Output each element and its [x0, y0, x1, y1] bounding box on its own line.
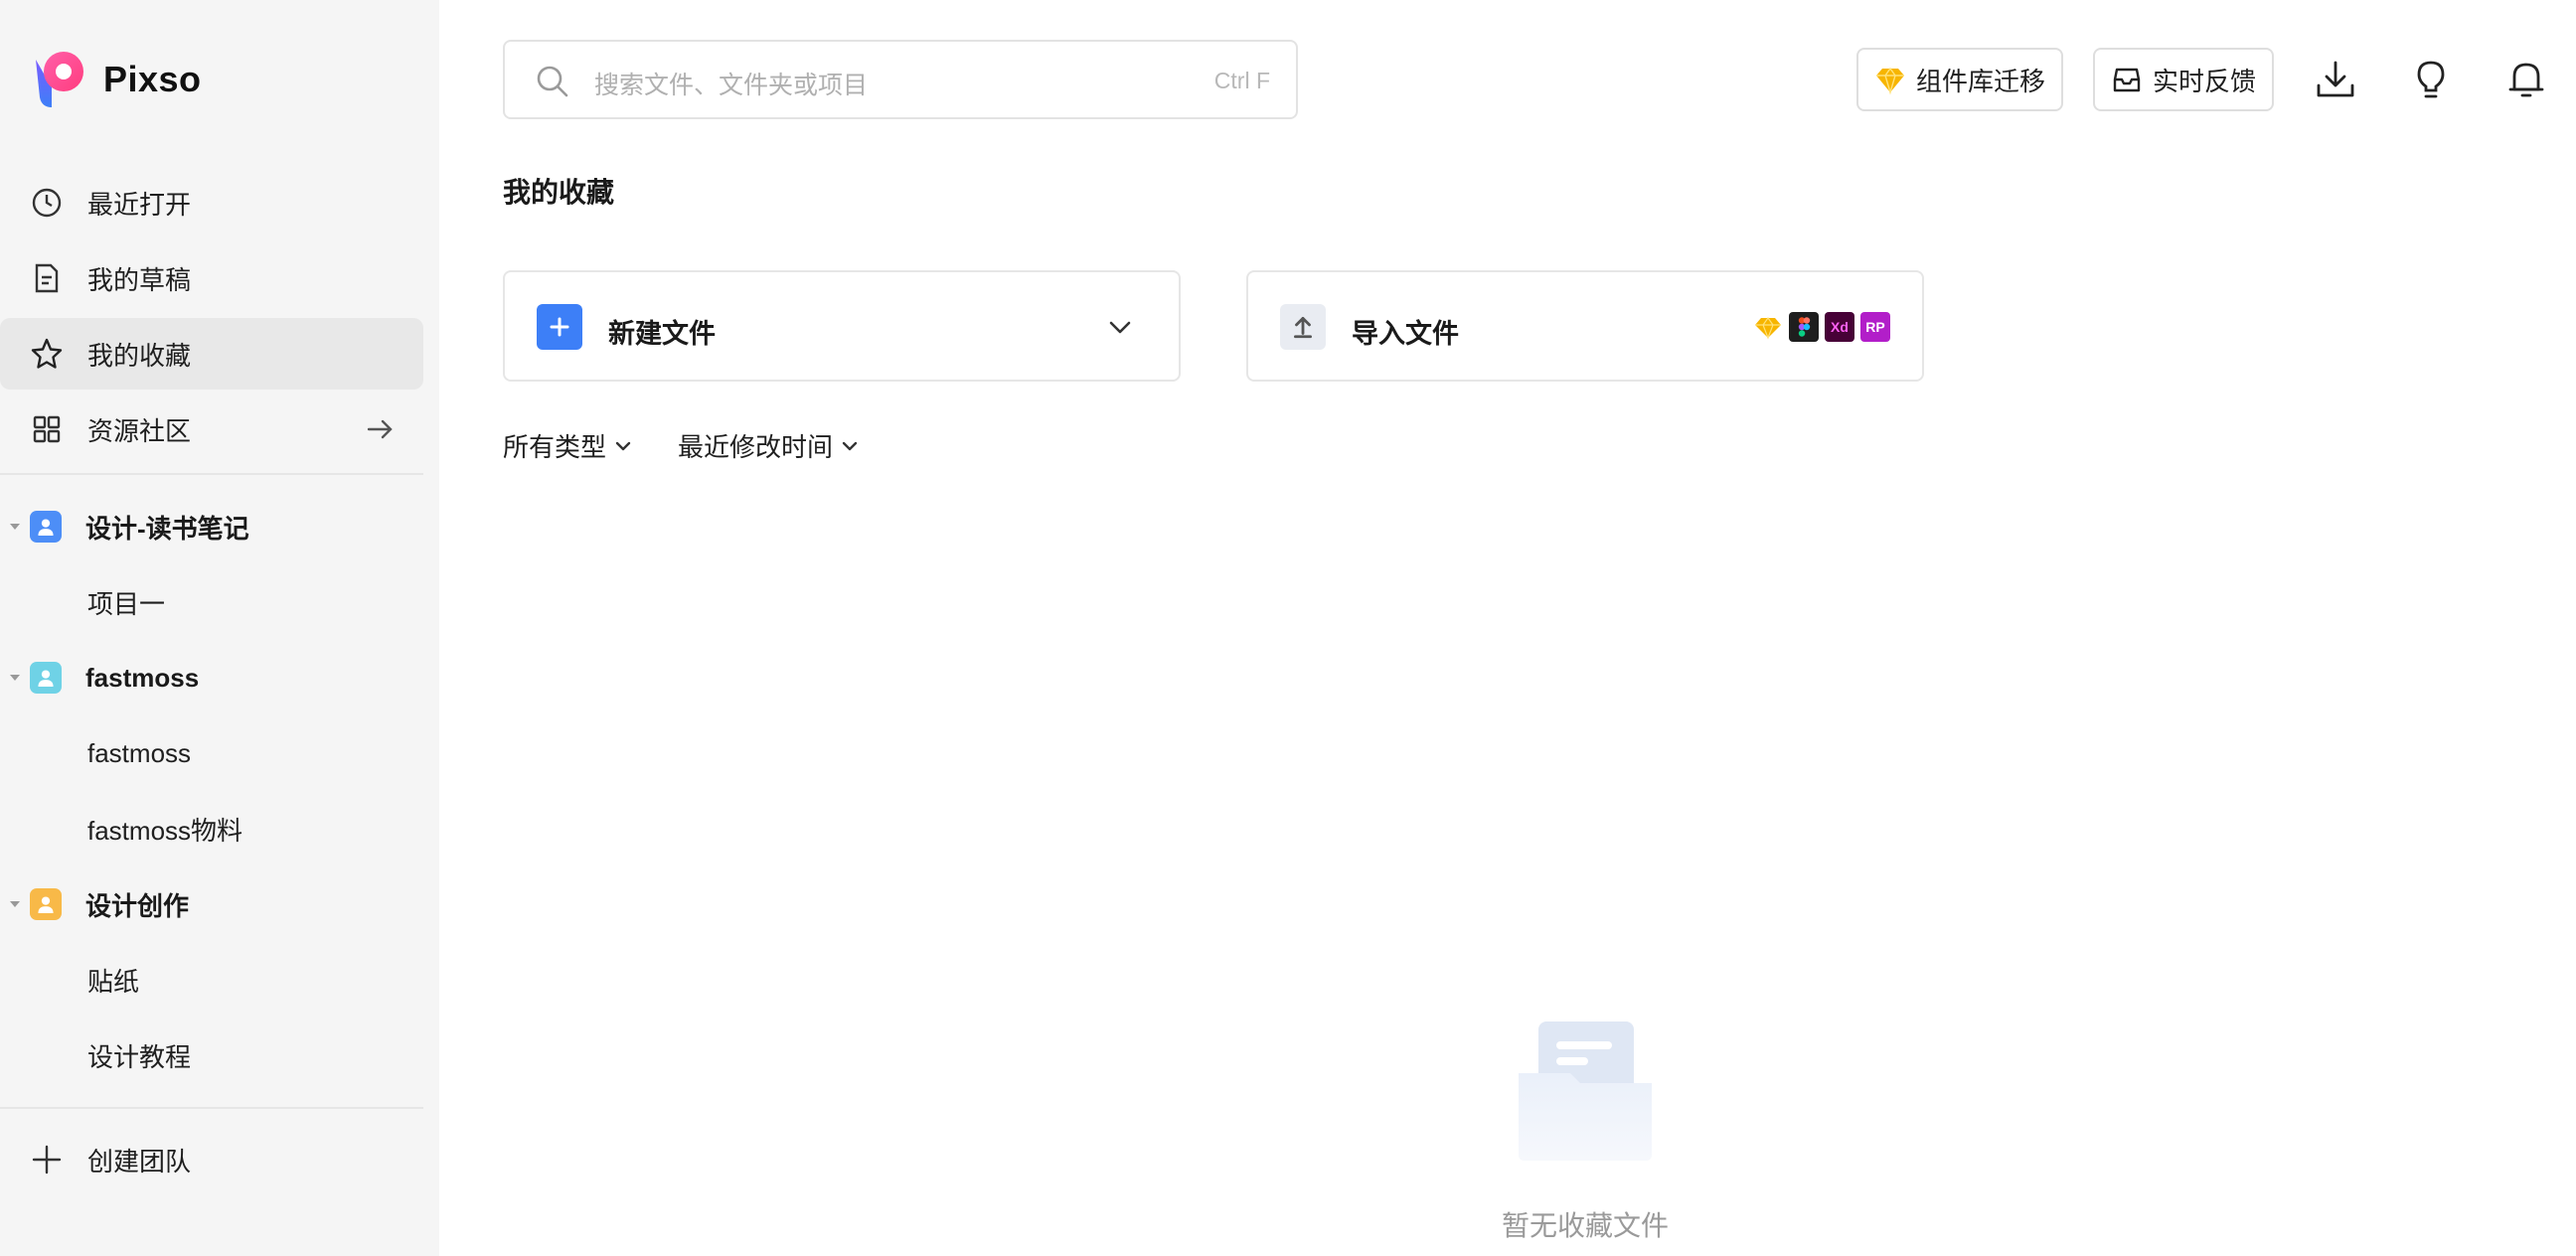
- search-icon: [537, 66, 568, 97]
- caret-down-icon[interactable]: [8, 520, 22, 534]
- grid-icon: [33, 415, 61, 443]
- pixso-logo[interactable]: Pixso: [30, 50, 202, 109]
- sidebar-divider: [0, 473, 423, 475]
- document-icon: [35, 263, 59, 293]
- project-item[interactable]: 贴纸: [87, 950, 139, 1010]
- plus-icon: [32, 1145, 62, 1175]
- sidebar-team-3[interactable]: 设计创作: [0, 874, 423, 934]
- new-file-card[interactable]: 新建文件: [503, 270, 1181, 382]
- axure-rp-icon: RP: [1860, 312, 1890, 342]
- team-name: fastmoss: [85, 662, 200, 693]
- user-icon: [38, 670, 54, 687]
- empty-state-text: 暂无收藏文件: [1501, 1210, 1669, 1241]
- sort-dropdown[interactable]: 最近修改时间: [678, 427, 859, 464]
- import-formats: Xd RP: [1753, 312, 1890, 342]
- team-name: 设计-读书笔记: [85, 513, 249, 544]
- sidebar-team-2[interactable]: fastmoss: [0, 648, 423, 707]
- sidebar: Pixso 最近打开 我的草稿 我的收藏 资源社区 设计-读书笔记 项目一 fa…: [0, 0, 439, 1256]
- pixso-logo-icon: [36, 52, 83, 107]
- feedback-button[interactable]: 实时反馈: [2093, 48, 2275, 111]
- sidebar-item-label: 我的收藏: [87, 340, 192, 371]
- sidebar-item-recent[interactable]: 最近打开: [0, 167, 423, 238]
- project-item[interactable]: 项目一: [87, 572, 165, 632]
- inbox-icon: [2113, 68, 2141, 92]
- project-item[interactable]: fastmoss: [87, 723, 191, 783]
- sidebar-divider: [0, 1107, 423, 1109]
- new-file-label: 新建文件: [608, 319, 716, 349]
- user-icon: [38, 896, 54, 913]
- search-placeholder: 搜索文件、文件夹或项目: [594, 72, 869, 99]
- search-input[interactable]: 搜索文件、文件夹或项目 Ctrl F: [503, 40, 1298, 119]
- clock-icon: [32, 188, 62, 218]
- sidebar-item-drafts[interactable]: 我的草稿: [0, 242, 423, 314]
- new-file-icon: [537, 304, 582, 350]
- arrow-right-icon[interactable]: [364, 413, 396, 445]
- lightbulb-icon[interactable]: [2409, 58, 2453, 101]
- page-title: 我的收藏: [503, 177, 615, 208]
- team-avatar: [30, 888, 62, 920]
- team-avatar: [30, 662, 62, 694]
- project-item[interactable]: 设计教程: [87, 1025, 191, 1085]
- upload-icon: [1280, 304, 1326, 350]
- diamond-icon: [1876, 67, 1904, 95]
- filter-type-label: 所有类型: [503, 432, 607, 462]
- search-shortcut: Ctrl F: [1213, 68, 1270, 93]
- project-item[interactable]: fastmoss物料: [87, 799, 242, 859]
- sidebar-team-1[interactable]: 设计-读书笔记: [0, 497, 423, 556]
- import-file-label: 导入文件: [1352, 319, 1459, 349]
- component-migrate-button[interactable]: 组件库迁移: [1856, 48, 2064, 111]
- xd-icon: Xd: [1825, 312, 1854, 342]
- bell-icon[interactable]: [2504, 58, 2548, 101]
- sketch-icon: [1755, 316, 1781, 340]
- team-avatar: [30, 511, 62, 543]
- chevron-down-icon[interactable]: [1105, 312, 1135, 342]
- create-team-label: 创建团队: [87, 1146, 192, 1177]
- sidebar-item-favorites[interactable]: 我的收藏: [0, 318, 423, 390]
- sidebar-item-label: 资源社区: [87, 415, 192, 446]
- sidebar-item-community[interactable]: 资源社区: [0, 393, 423, 465]
- team-name: 设计创作: [85, 890, 190, 921]
- brand-name: Pixso: [103, 59, 202, 99]
- feedback-label: 实时反馈: [2153, 66, 2257, 96]
- sidebar-item-label: 最近打开: [87, 189, 192, 220]
- caret-down-icon[interactable]: [8, 897, 22, 911]
- create-team-button[interactable]: 创建团队: [0, 1125, 423, 1194]
- download-icon[interactable]: [2314, 58, 2357, 101]
- sidebar-item-label: 我的草稿: [87, 264, 192, 295]
- user-icon: [38, 519, 54, 536]
- filter-type-dropdown[interactable]: 所有类型: [503, 427, 632, 464]
- chevron-down-icon: [615, 441, 631, 450]
- empty-folder-icon: [1519, 1021, 1652, 1161]
- import-file-card[interactable]: 导入文件 Xd RP: [1246, 270, 1924, 382]
- caret-down-icon[interactable]: [8, 671, 22, 685]
- chevron-down-icon: [842, 441, 858, 450]
- star-icon: [31, 338, 63, 369]
- component-migrate-label: 组件库迁移: [1916, 66, 2046, 96]
- sort-label: 最近修改时间: [678, 432, 834, 462]
- figma-icon: [1789, 312, 1819, 342]
